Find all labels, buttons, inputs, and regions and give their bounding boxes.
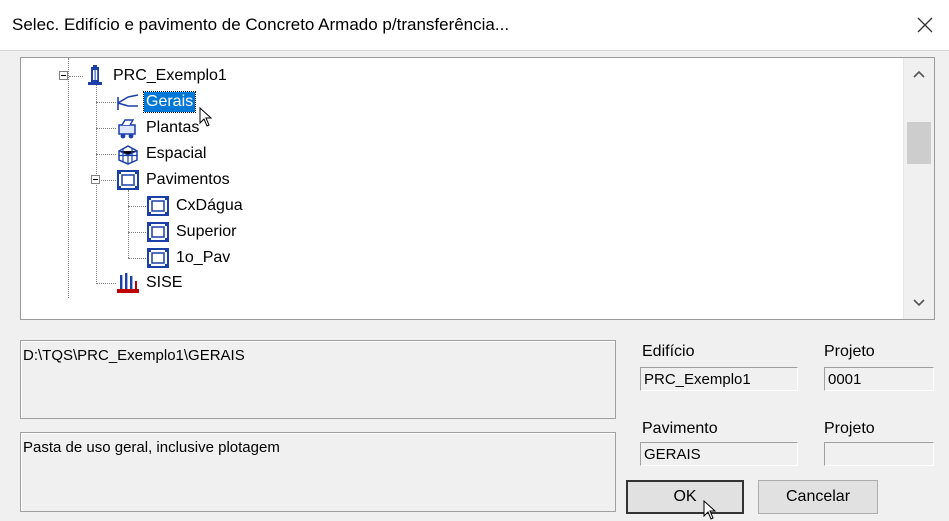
projeto-field: 0001	[824, 367, 934, 391]
tree-node-label: CxDágua	[176, 197, 243, 214]
floor-plan-icon	[147, 222, 169, 242]
floor-plan-icon	[147, 196, 169, 216]
tree-scrollbar[interactable]	[903, 58, 934, 319]
path-display: D:\TQS\PRC_Exemplo1\GERAIS	[20, 340, 616, 419]
description-text: Pasta de uso geral, inclusive plotagem	[23, 439, 280, 456]
title-bar: Selec. Edifício e pavimento de Concreto …	[0, 0, 949, 51]
chevron-up-icon	[913, 70, 925, 78]
path-text: D:\TQS\PRC_Exemplo1\GERAIS	[23, 347, 245, 364]
mouse-cursor-icon	[199, 107, 213, 127]
plotter-icon	[118, 119, 136, 139]
tree-node-cxdagua[interactable]: CxDágua	[146, 194, 245, 218]
tree-node-label: Gerais	[142, 91, 197, 113]
tree-node-superior[interactable]: Superior	[146, 220, 238, 244]
pavimento-field: GERAIS	[640, 442, 798, 466]
tree-area: PRC_Exemplo1 Gerais Plantas Espacial Pav…	[21, 58, 904, 319]
sise-foundation-icon	[117, 273, 139, 293]
floor-plan-icon	[147, 248, 169, 268]
window-title: Selec. Edifício e pavimento de Concreto …	[12, 15, 510, 34]
gerais-icon	[117, 94, 139, 110]
building-tree[interactable]: PRC_Exemplo1 Gerais Plantas Espacial Pav…	[20, 57, 935, 320]
projeto-field-2	[824, 442, 934, 466]
edificio-label: Edifício	[642, 343, 695, 360]
tree-node-gerais[interactable]: Gerais	[116, 90, 197, 114]
scroll-thumb[interactable]	[907, 122, 931, 164]
scroll-down-button[interactable]	[904, 291, 934, 315]
tree-node-label: 1o_Pav	[176, 249, 231, 266]
tree-node-label: Espacial	[146, 145, 207, 162]
tree-node-pavimentos[interactable]: Pavimentos	[116, 168, 232, 192]
tree-node-1o-pav[interactable]: 1o_Pav	[146, 246, 232, 270]
tree-node-plantas[interactable]: Plantas	[116, 116, 201, 140]
tree-node-label: PRC_Exemplo1	[113, 67, 227, 84]
pavimento-label: Pavimento	[642, 420, 718, 437]
ok-button[interactable]: OK	[626, 480, 744, 514]
scroll-up-button[interactable]	[904, 62, 934, 86]
spatial-frame-icon	[118, 145, 138, 165]
tree-node-label: Pavimentos	[146, 171, 230, 188]
collapse-pavimentos-toggle[interactable]	[91, 175, 100, 184]
edificio-field: PRC_Exemplo1	[640, 367, 798, 391]
cancel-button[interactable]: Cancelar	[758, 480, 878, 514]
tree-node-label: Plantas	[146, 119, 200, 136]
tree-node-espacial[interactable]: Espacial	[116, 142, 208, 166]
tree-node-sise[interactable]: SISE	[116, 271, 184, 295]
projeto-label: Projeto	[824, 343, 875, 360]
description-display: Pasta de uso geral, inclusive plotagem	[20, 432, 616, 512]
tree-node-root[interactable]: PRC_Exemplo1	[83, 64, 229, 88]
floor-plan-icon	[117, 170, 139, 190]
collapse-root-toggle[interactable]	[59, 71, 68, 80]
tree-node-label: Superior	[176, 223, 237, 240]
tree-node-label: SISE	[146, 274, 183, 291]
close-button[interactable]	[901, 0, 949, 50]
mouse-cursor-icon	[703, 500, 717, 520]
projeto-label-2: Projeto	[824, 420, 875, 437]
chevron-down-icon	[913, 299, 925, 307]
building-icon	[88, 65, 102, 85]
close-icon	[917, 17, 933, 33]
